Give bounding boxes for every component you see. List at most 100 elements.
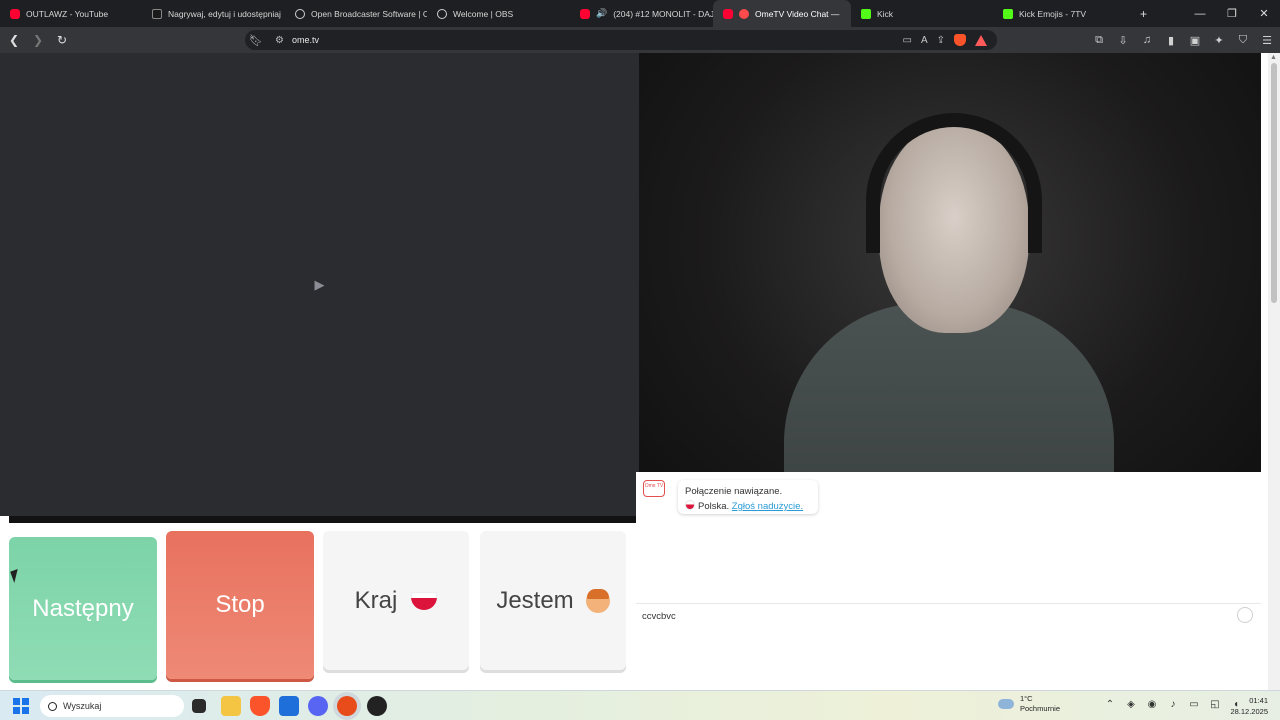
scrollbar-thumb[interactable] — [1271, 63, 1277, 303]
next-button[interactable]: Następny — [9, 537, 157, 680]
speaker-icon[interactable]: 🔊 — [596, 8, 607, 19]
app-icon — [152, 8, 162, 19]
system-message: Połączenie nawiązane. Polska. Zgłoś nadu… — [678, 480, 818, 514]
cast-icon[interactable]: ▭ — [902, 35, 911, 46]
tab-label: OUTLAWZ - YouTube — [26, 8, 109, 19]
tab-monolit-youtube[interactable]: 🔊 (204) #12 MONOLIT - DAJ — [570, 0, 713, 27]
stop-button[interactable]: Stop — [166, 531, 314, 679]
stranger-video: ▶ — [0, 53, 639, 516]
search-icon — [48, 701, 57, 711]
page-scrollbar[interactable]: ▲ — [1268, 53, 1280, 690]
youtube-icon — [723, 8, 733, 19]
tray-app-icon[interactable]: ◈ — [1125, 699, 1137, 710]
wallet-icon[interactable]: ▣ — [1188, 34, 1202, 47]
maximize-icon[interactable]: ❐ — [1216, 0, 1248, 27]
sidebar-icon[interactable]: ▮ — [1164, 34, 1178, 47]
poland-flag-icon — [411, 591, 438, 610]
chat-message-input[interactable] — [642, 608, 1232, 624]
tab-obs-project[interactable]: Open Broadcaster Software | O — [285, 0, 427, 27]
vpn-icon[interactable]: ⛉ — [1236, 34, 1250, 47]
tray-shield-icon[interactable]: ◉ — [1146, 699, 1158, 710]
tab-label: Kick — [877, 8, 894, 19]
tab-outlawz-youtube[interactable]: OUTLAWZ - YouTube — [0, 0, 142, 27]
translate-icon[interactable]: A — [921, 35, 928, 46]
gender-button-label: Jestem — [496, 586, 574, 614]
gender-button[interactable]: Jestem — [480, 531, 626, 670]
site-settings-icon[interactable]: ⚙ — [275, 35, 284, 46]
video-placeholder: ▶ — [314, 276, 325, 292]
taskbar-clock[interactable]: 01:41 28.12.2025 — [1226, 695, 1268, 717]
tab-nagrywaj[interactable]: Nagrywaj, edytuj i udostępniaj — [142, 0, 285, 27]
tab-kick[interactable]: Kick — [851, 0, 993, 27]
tab-ometv[interactable]: OmeTV Video Chat — ✕ — [713, 0, 851, 27]
clock-time: 01:41 — [1249, 696, 1268, 705]
brave-shield-icon[interactable] — [954, 34, 966, 46]
ometv-icon — [739, 8, 749, 19]
new-tab-button[interactable]: + — [1136, 0, 1156, 27]
tray-display-icon[interactable]: ▭ — [1188, 699, 1200, 710]
downloads-icon[interactable]: ⇩ — [1116, 34, 1130, 47]
url-text[interactable]: ome.tv — [292, 35, 319, 45]
start-button-icon[interactable] — [13, 698, 29, 714]
browser-toolbar: ❮ ❯ ↻ 🔖︎ ⚙ ome.tv ▭ A ⇪ ⧉ ⇩ ♫ ▮ ▣ ✦ ⛉ ☰ — [0, 27, 1280, 53]
obs-active-icon[interactable] — [337, 696, 357, 716]
youtube-icon — [580, 8, 590, 19]
screenshot-icon[interactable]: ⧉ — [1092, 34, 1106, 47]
reload-icon[interactable]: ↻ — [52, 30, 72, 50]
weather-widget[interactable]: 1°C Pochmurnie — [998, 694, 1060, 714]
brave-rewards-icon[interactable] — [975, 34, 987, 46]
tab-label: Welcome | OBS — [453, 8, 514, 19]
weather-temp: 1°C — [1020, 694, 1033, 703]
tab-welcome-obs[interactable]: Welcome | OBS — [427, 0, 570, 27]
ometv-logo-icon: Ome TV — [643, 480, 665, 497]
leo-ai-icon[interactable]: ✦ — [1212, 34, 1226, 47]
cloud-icon — [998, 699, 1014, 709]
video-bar — [9, 516, 639, 523]
browser-tab-strip: OUTLAWZ - YouTube Nagrywaj, edytuj i udo… — [0, 0, 1280, 27]
close-window-icon[interactable]: ✕ — [1248, 0, 1280, 27]
boy-face-icon — [585, 588, 610, 613]
system-tray: ⌃ ◈ ◉ ♪ ▭ ◱ ◖ — [1104, 699, 1242, 710]
scroll-up-icon[interactable]: ▲ — [1270, 54, 1277, 61]
address-bar[interactable]: 🔖︎ ⚙ ome.tv ▭ A ⇪ — [245, 30, 997, 50]
connection-status: Połączenie nawiązane. — [685, 486, 783, 497]
menu-icon[interactable]: ☰ — [1260, 34, 1274, 47]
tab-label: Nagrywaj, edytuj i udostępniaj — [168, 8, 281, 19]
country-button[interactable]: Kraj — [323, 531, 469, 670]
store-icon[interactable] — [279, 696, 299, 716]
tab-kick-emojis[interactable]: Kick Emojis - 7TV — [993, 0, 1136, 27]
bookmark-icon[interactable]: 🔖︎ — [249, 34, 263, 47]
tab-label: (204) #12 MONOLIT - DAJ — [613, 8, 713, 19]
taskbar-search[interactable]: Wyszukaj — [40, 695, 184, 717]
windows-taskbar: Wyszukaj 1°C Pochmurnie ⌃ ◈ ◉ ♪ ▭ ◱ ◖ 01… — [0, 690, 1280, 720]
taskbar-search-placeholder: Wyszukaj — [63, 701, 102, 711]
brave-browser-icon[interactable] — [250, 696, 270, 716]
task-view-icon[interactable] — [192, 699, 206, 713]
kick-icon — [861, 8, 871, 19]
country-button-label: Kraj — [354, 586, 398, 614]
tab-label: OmeTV Video Chat — — [755, 8, 840, 19]
share-icon[interactable]: ⇪ — [937, 35, 945, 46]
globe-icon — [437, 8, 447, 19]
tray-mic-icon[interactable]: ♪ — [1167, 699, 1179, 710]
media-icon[interactable]: ♫ — [1140, 34, 1154, 46]
file-explorer-icon[interactable] — [221, 696, 241, 716]
weather-desc: Pochmurnie — [1020, 704, 1061, 713]
clock-date: 28.12.2025 — [1230, 707, 1268, 716]
webcam-person — [784, 113, 1114, 523]
minimize-icon[interactable]: — — [1184, 0, 1216, 27]
stop-button-label: Stop — [215, 591, 265, 618]
emoji-icon[interactable] — [1237, 607, 1253, 623]
back-icon[interactable]: ❮ — [4, 30, 24, 50]
stranger-country: Polska. — [698, 501, 730, 512]
tab-label: Kick Emojis - 7TV — [1019, 8, 1087, 19]
chat-input-bar — [636, 603, 1261, 627]
chevron-up-icon[interactable]: ⌃ — [1104, 699, 1116, 710]
network-icon[interactable]: ◱ — [1209, 699, 1221, 710]
discord-icon[interactable] — [308, 696, 328, 716]
kick-icon — [1003, 8, 1013, 19]
forward-icon[interactable]: ❯ — [28, 30, 48, 50]
next-button-label: Następny — [32, 594, 134, 622]
report-abuse-link[interactable]: Zgłoś nadużycie. — [732, 501, 803, 512]
obs-studio-icon[interactable] — [367, 696, 387, 716]
